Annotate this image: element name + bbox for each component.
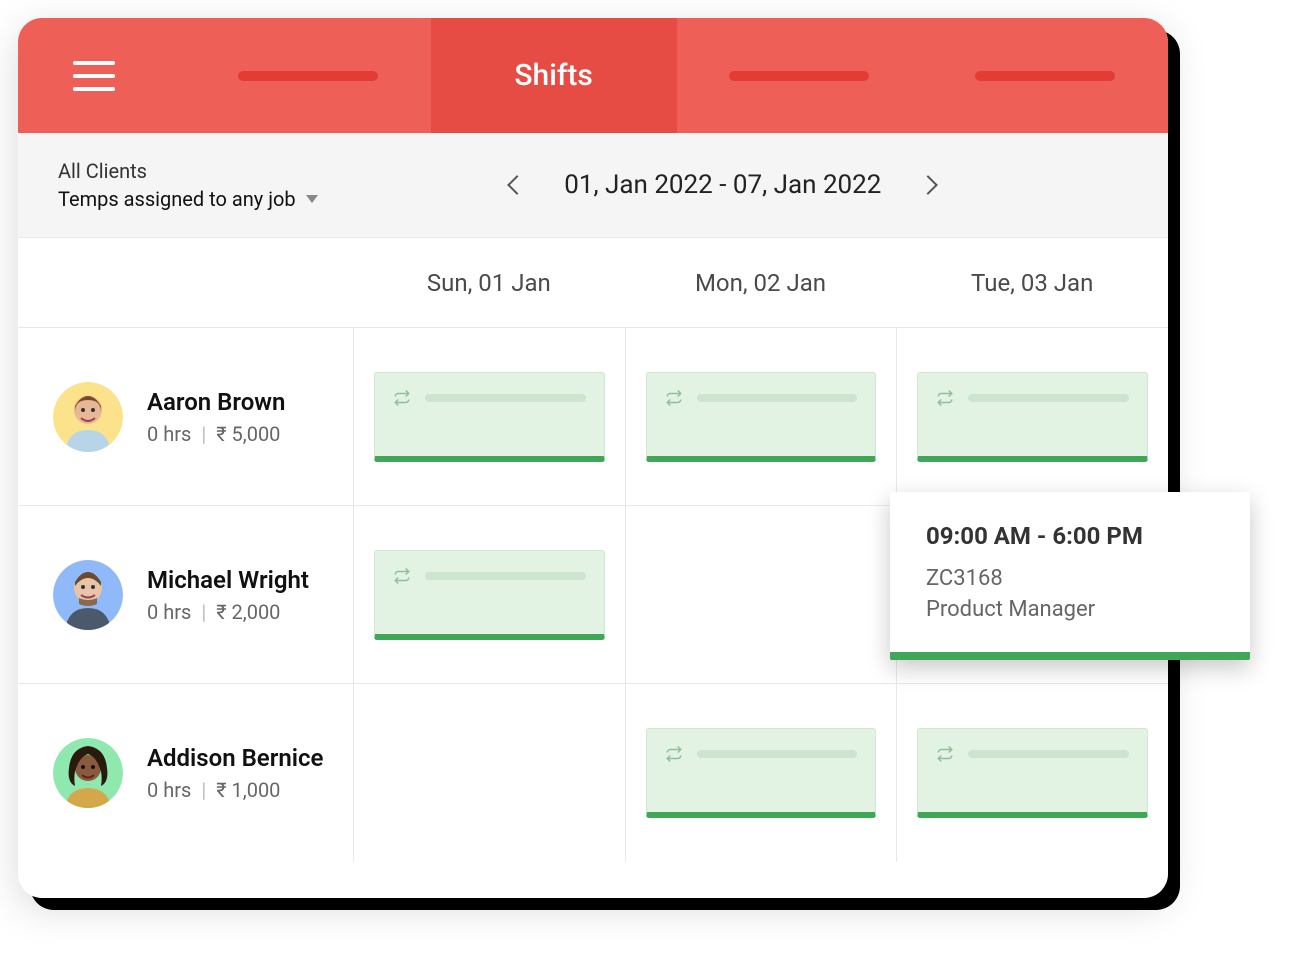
avatar [53, 738, 123, 808]
shift-card[interactable] [646, 728, 877, 818]
shift-card[interactable] [917, 372, 1148, 462]
header-tab-placeholder-2[interactable] [677, 18, 923, 133]
day-header-spacer [18, 238, 353, 327]
day-cell[interactable] [353, 328, 625, 505]
avatar-icon [53, 560, 123, 630]
person-name: Addison Bernice [147, 744, 323, 772]
shift-placeholder-icon [425, 572, 586, 580]
filter-assigned-dropdown[interactable]: Temps assigned to any job [58, 187, 318, 211]
separator: | [201, 600, 206, 624]
app-window: Shifts All Clients Temps assigned to any… [18, 18, 1168, 898]
repeat-icon [665, 745, 683, 763]
shift-card[interactable] [917, 728, 1148, 818]
header-tab-placeholder-1[interactable] [185, 18, 431, 133]
day-header-row: Sun, 01 Jan Mon, 02 Jan Tue, 03 Jan [18, 238, 1168, 328]
filter-clients-label[interactable]: All Clients [58, 159, 318, 183]
person-subtext: 0 hrs | ₹ 2,000 [147, 600, 309, 624]
filter-bar: All Clients Temps assigned to any job 01… [18, 133, 1168, 238]
shift-placeholder-icon [697, 750, 858, 758]
avatar [53, 560, 123, 630]
tab-placeholder-icon [975, 71, 1115, 81]
person-name: Michael Wright [147, 566, 309, 594]
shift-placeholder-icon [425, 394, 586, 402]
avatar-icon [53, 382, 123, 452]
person-cell[interactable]: Addison Bernice 0 hrs | ₹ 1,000 [18, 684, 353, 862]
day-cell[interactable] [896, 328, 1168, 505]
header-tab-placeholder-3[interactable] [922, 18, 1168, 133]
filter-left: All Clients Temps assigned to any job [58, 159, 318, 211]
repeat-icon [393, 567, 411, 585]
repeat-icon [936, 389, 954, 407]
shift-details-popup[interactable]: 09:00 AM - 6:00 PM ZC3168 Product Manage… [890, 492, 1250, 660]
shift-card[interactable] [646, 372, 877, 462]
day-header-sun: Sun, 01 Jan [353, 238, 625, 327]
person-subtext: 0 hrs | ₹ 5,000 [147, 422, 285, 446]
person-pay: ₹ 1,000 [216, 778, 280, 802]
schedule-row: Addison Bernice 0 hrs | ₹ 1,000 [18, 684, 1168, 862]
separator: | [201, 778, 206, 802]
menu-icon[interactable] [73, 61, 115, 91]
day-cell[interactable] [625, 684, 897, 862]
header-tabs: Shifts [185, 18, 1168, 133]
separator: | [201, 422, 206, 446]
person-text: Michael Wright 0 hrs | ₹ 2,000 [147, 566, 309, 624]
filter-assigned-label: Temps assigned to any job [58, 187, 296, 211]
shift-card[interactable] [374, 550, 605, 640]
tab-placeholder-icon [238, 71, 378, 81]
popup-time-label: 09:00 AM - 6:00 PM [926, 522, 1214, 550]
repeat-icon [936, 745, 954, 763]
date-range-label[interactable]: 01, Jan 2022 - 07, Jan 2022 [564, 170, 881, 200]
day-cell[interactable] [896, 684, 1168, 862]
person-hours: 0 hrs [147, 600, 191, 624]
repeat-icon [665, 389, 683, 407]
person-subtext: 0 hrs | ₹ 1,000 [147, 778, 323, 802]
avatar [53, 382, 123, 452]
day-cell[interactable] [353, 506, 625, 683]
prev-week-button[interactable] [507, 175, 527, 195]
day-cell[interactable] [625, 506, 897, 683]
day-header-tue: Tue, 03 Jan [896, 238, 1168, 327]
person-cell[interactable]: Aaron Brown 0 hrs | ₹ 5,000 [18, 328, 353, 505]
person-pay: ₹ 5,000 [216, 422, 280, 446]
chevron-down-icon [306, 195, 318, 203]
day-cell[interactable] [625, 328, 897, 505]
schedule-row: Aaron Brown 0 hrs | ₹ 5,000 [18, 328, 1168, 506]
shift-card[interactable] [374, 372, 605, 462]
popup-code-label: ZC3168 [926, 564, 1214, 595]
date-range-nav: 01, Jan 2022 - 07, Jan 2022 [318, 170, 1128, 200]
person-name: Aaron Brown [147, 388, 285, 416]
avatar-icon [53, 738, 123, 808]
person-cell[interactable]: Michael Wright 0 hrs | ₹ 2,000 [18, 506, 353, 683]
app-header: Shifts [18, 18, 1168, 133]
tab-placeholder-icon [729, 71, 869, 81]
repeat-icon [393, 389, 411, 407]
person-pay: ₹ 2,000 [216, 600, 280, 624]
shift-placeholder-icon [697, 394, 858, 402]
person-text: Aaron Brown 0 hrs | ₹ 5,000 [147, 388, 285, 446]
person-hours: 0 hrs [147, 778, 191, 802]
shift-placeholder-icon [968, 750, 1129, 758]
shift-placeholder-icon [968, 394, 1129, 402]
next-week-button[interactable] [918, 175, 938, 195]
header-tab-label: Shifts [514, 58, 593, 93]
popup-role-label: Product Manager [926, 595, 1214, 626]
day-header-mon: Mon, 02 Jan [625, 238, 897, 327]
header-tab-shifts[interactable]: Shifts [431, 18, 677, 133]
person-text: Addison Bernice 0 hrs | ₹ 1,000 [147, 744, 323, 802]
day-cell[interactable] [353, 684, 625, 862]
person-hours: 0 hrs [147, 422, 191, 446]
